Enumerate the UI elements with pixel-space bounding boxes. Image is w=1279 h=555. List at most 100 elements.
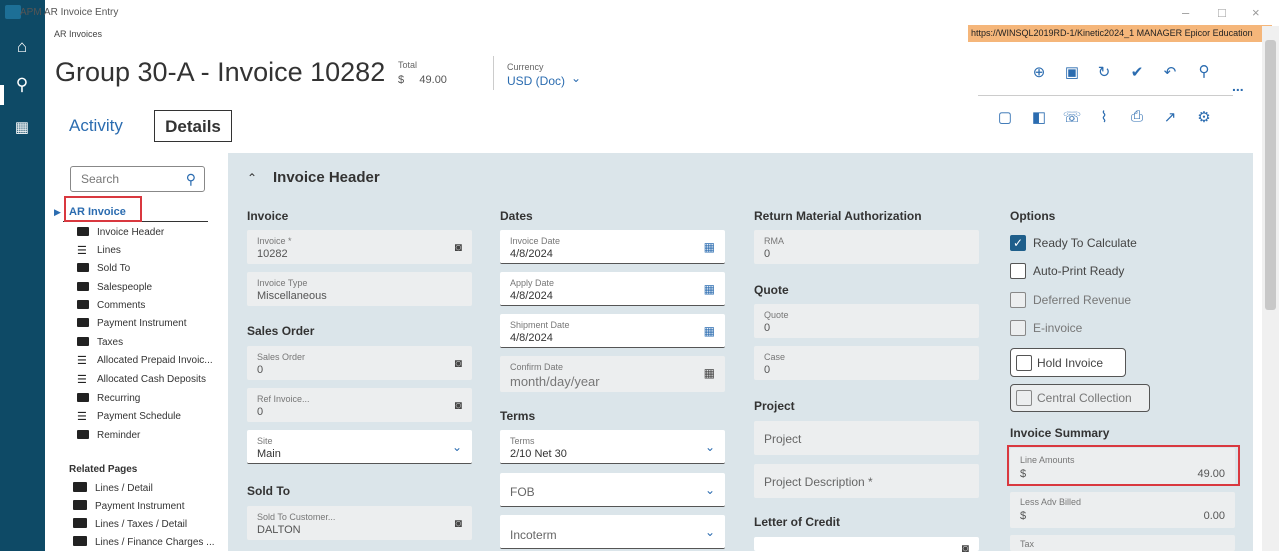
chevron-down-icon[interactable]: ⌄ xyxy=(452,440,462,454)
sidebar-item[interactable]: Sold To xyxy=(77,261,130,277)
section-title: Invoice Header xyxy=(273,169,380,186)
related-page-item[interactable]: Lines / Taxes / Detail xyxy=(73,517,187,533)
clear-icon[interactable]: ✔ xyxy=(1127,63,1147,81)
ready-to-calculate-checkbox[interactable]: ✓ xyxy=(1010,235,1026,251)
highlight-box xyxy=(1007,445,1240,486)
letter-of-credit-field[interactable]: ◙ xyxy=(754,537,979,555)
sales-order-heading: Sales Order xyxy=(247,324,315,338)
new-document-icon[interactable]: ▢ xyxy=(995,108,1015,126)
project-description-field[interactable]: Project Description * xyxy=(754,464,979,498)
form-icon xyxy=(77,300,89,309)
chevron-down-icon[interactable]: ⌄ xyxy=(705,440,715,454)
project-field[interactable]: Project xyxy=(754,421,979,455)
collapse-chevron-up-icon[interactable]: ⌃ xyxy=(247,171,257,185)
more-icon[interactable]: ... xyxy=(1232,78,1244,94)
related-page-item[interactable]: Payment Instrument xyxy=(73,499,184,515)
rma-heading: Return Material Authorization xyxy=(754,209,922,223)
currency-value[interactable]: USD (Doc) xyxy=(507,74,565,88)
sidebar-item[interactable]: Salespeople xyxy=(77,280,152,296)
sidebar-item[interactable]: Taxes xyxy=(77,335,123,351)
fob-select[interactable]: FOB ⌄ xyxy=(500,473,725,507)
related-page-item[interactable]: Lines / Detail xyxy=(73,481,153,497)
nav-rail: ⌂ ⚲ ▦ xyxy=(0,0,45,551)
confirm-date-field[interactable]: Confirm Date month/day/year ▦ xyxy=(500,356,725,392)
form-icon xyxy=(77,263,89,272)
tab-activity[interactable]: Activity xyxy=(69,110,123,142)
app-icon xyxy=(5,5,21,19)
invoice-date-field[interactable]: Invoice Date 4/8/2024 ▦ xyxy=(500,230,725,264)
invoice-field[interactable]: Invoice * 10282 ◙ xyxy=(247,230,472,264)
settings-icon[interactable]: ⚙ xyxy=(1194,108,1214,126)
header-divider xyxy=(493,56,494,90)
sidebar-item[interactable]: ☰ Payment Schedule xyxy=(77,409,181,425)
related-page-item[interactable]: Lines / Finance Charges ... xyxy=(73,535,215,551)
search-icon[interactable]: ⚲ xyxy=(186,167,196,191)
ref-invoice-field[interactable]: Ref Invoice... 0 ◙ xyxy=(247,388,472,422)
total-label: Total xyxy=(398,60,418,70)
chevron-down-icon[interactable]: ⌄ xyxy=(705,483,715,497)
external-link-icon[interactable]: ↗ xyxy=(1160,108,1180,126)
expand-caret-icon[interactable]: ▶ xyxy=(54,207,61,218)
sidebar-item[interactable]: Payment Instrument xyxy=(77,316,186,332)
calendar-icon[interactable]: ▦ xyxy=(704,282,715,296)
breadcrumb[interactable]: AR Invoices xyxy=(54,29,102,39)
calendar-icon[interactable]: ▦ xyxy=(704,240,715,254)
site-select[interactable]: Site Main ⌄ xyxy=(247,430,472,464)
sidebar: Search ⚲ ▶ AR Invoice Invoice Header ☰ Li… xyxy=(45,153,228,551)
shipment-date-field[interactable]: Shipment Date 4/8/2024 ▦ xyxy=(500,314,725,348)
panel-icon[interactable]: ◧ xyxy=(1029,108,1049,126)
toolbar-divider xyxy=(978,95,1233,96)
sidebar-item[interactable]: ☰ Allocated Cash Deposits xyxy=(77,372,206,388)
sidebar-item[interactable]: Recurring xyxy=(77,391,140,407)
sidebar-item[interactable]: Reminder xyxy=(77,428,140,444)
sidebar-item[interactable]: ☰ Allocated Prepaid Invoic... xyxy=(77,353,213,369)
options-heading: Options xyxy=(1010,209,1056,223)
e-invoice-checkbox[interactable] xyxy=(1010,320,1026,336)
currency-chevron-down-icon[interactable]: ⌄ xyxy=(571,71,581,85)
sold-to-customer-field[interactable]: Sold To Customer... DALTON ◙ xyxy=(247,506,472,540)
save-icon[interactable]: ▣ xyxy=(1062,63,1082,81)
related-pages-title: Related Pages xyxy=(69,464,138,475)
undo-icon[interactable]: ↶ xyxy=(1160,63,1180,81)
maximize-button[interactable]: □ xyxy=(1218,5,1226,20)
lookup-icon[interactable]: ◙ xyxy=(455,356,462,370)
add-new-icon[interactable]: ⊕ xyxy=(1029,63,1049,81)
incoterm-select[interactable]: Incoterm ⌄ xyxy=(500,515,725,549)
auto-print-checkbox[interactable] xyxy=(1010,263,1026,279)
apply-date-field[interactable]: Apply Date 4/8/2024 ▦ xyxy=(500,272,725,306)
search-icon[interactable]: ⚲ xyxy=(11,75,33,95)
minimize-button[interactable]: – xyxy=(1182,5,1189,20)
lookup-icon[interactable]: ◙ xyxy=(962,541,969,555)
chevron-down-icon[interactable]: ⌄ xyxy=(705,525,715,539)
deferred-revenue-checkbox[interactable] xyxy=(1010,292,1026,308)
refresh-icon[interactable]: ↻ xyxy=(1094,63,1114,81)
lookup-icon[interactable]: ◙ xyxy=(455,398,462,412)
search-placeholder: Search xyxy=(81,172,120,186)
sold-to-heading: Sold To xyxy=(247,484,291,498)
hold-invoice-label: Hold Invoice xyxy=(1037,356,1104,370)
lookup-icon[interactable]: ◙ xyxy=(455,240,462,254)
calendar-icon[interactable]: ▦ xyxy=(704,366,715,380)
quote-field: Quote 0 xyxy=(754,304,979,338)
scrollbar-thumb[interactable] xyxy=(1265,40,1276,310)
apps-grid-icon[interactable]: ▦ xyxy=(11,118,33,136)
hold-invoice-checkbox[interactable] xyxy=(1016,355,1032,371)
calendar-icon[interactable]: ▦ xyxy=(704,324,715,338)
central-collection-checkbox[interactable] xyxy=(1016,390,1032,406)
home-icon[interactable]: ⌂ xyxy=(11,37,33,57)
close-button[interactable]: × xyxy=(1252,5,1260,20)
attachment-icon[interactable]: ⌇ xyxy=(1094,108,1114,126)
phone-icon[interactable]: ☏ xyxy=(1062,108,1082,126)
sales-order-field[interactable]: Sales Order 0 ◙ xyxy=(247,346,472,380)
lookup-icon[interactable]: ◙ xyxy=(455,516,462,530)
sidebar-item[interactable]: ☰ Lines xyxy=(77,243,121,259)
print-icon[interactable]: ⎙ xyxy=(1127,108,1147,125)
page-icon xyxy=(73,518,87,528)
ready-to-calculate-label: Ready To Calculate xyxy=(1033,236,1137,250)
tab-details[interactable]: Details xyxy=(154,110,232,142)
terms-select[interactable]: Terms 2/10 Net 30 ⌄ xyxy=(500,430,725,464)
search-input[interactable]: Search ⚲ xyxy=(70,166,205,192)
sidebar-item[interactable]: Invoice Header xyxy=(77,225,164,241)
search-tool-icon[interactable]: ⚲ xyxy=(1194,62,1214,80)
sidebar-item[interactable]: Comments xyxy=(77,298,145,314)
